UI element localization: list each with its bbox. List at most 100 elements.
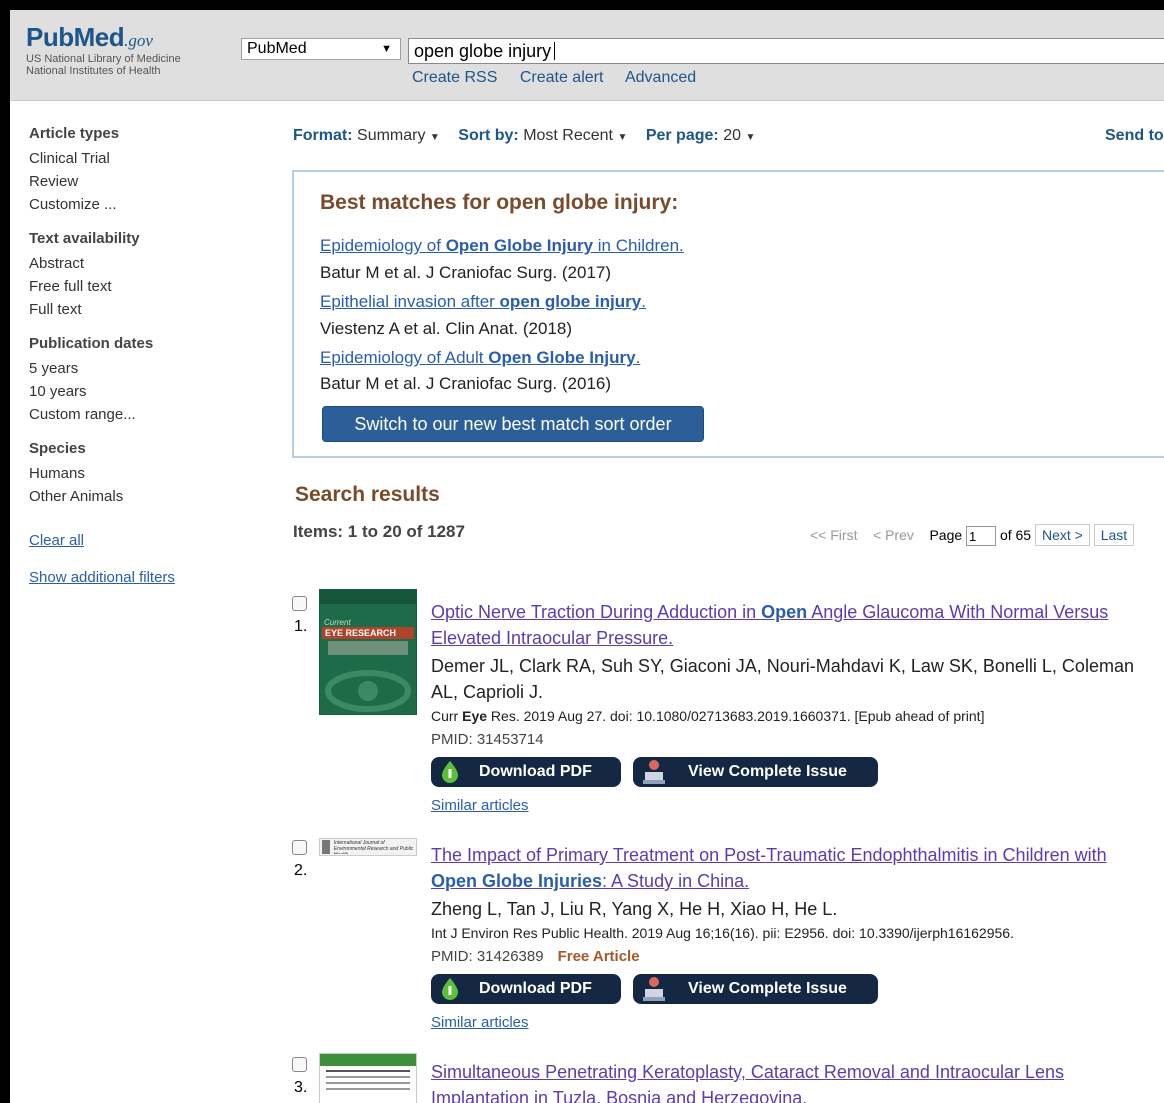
filter-item[interactable]: Free full text <box>29 275 259 298</box>
view-complete-issue-button[interactable]: View Complete Issue <box>633 757 878 787</box>
result-checkbox[interactable] <box>292 1057 307 1072</box>
result-title-link-line2[interactable]: Open Globe Injuries: A Study in China. <box>431 868 749 894</box>
download-pdf-label: Download PDF <box>479 763 592 780</box>
caret-down-icon: ▼ <box>617 132 628 143</box>
filter-group-species: Species Humans Other Animals <box>29 440 259 508</box>
format-label: Format: <box>293 127 353 144</box>
format-dropdown[interactable]: Format: Summary ▼ <box>293 127 454 144</box>
filter-item[interactable]: Customize ... <box>29 193 259 216</box>
per-page-dropdown[interactable]: Per page: 20 ▼ <box>646 127 770 144</box>
result-pmid-row: PMID: 31426389 Free Article <box>431 948 640 965</box>
best-match-link-2[interactable]: Epithelial invasion after open globe inj… <box>320 292 646 311</box>
filter-item[interactable]: Custom range... <box>29 403 259 426</box>
best-matches-box: Best matches for open globe injury: Epid… <box>292 170 1164 458</box>
best-matches-heading: Best matches for open globe injury: <box>320 191 679 214</box>
title-highlight: Open Globe Injuries <box>431 871 603 891</box>
clear-all-link[interactable]: Clear all <box>29 532 259 549</box>
format-value: Summary <box>357 127 426 144</box>
similar-articles-link[interactable]: Similar articles <box>431 797 529 814</box>
drop-icon <box>442 978 458 1000</box>
title-text: Epithelial invasion after <box>320 292 500 311</box>
journal-cover-thumbnail[interactable]: Current EYE RESEARCH <box>319 589 417 715</box>
download-pdf-label: Download PDF <box>479 980 592 997</box>
result-authors: Zheng L, Tan J, Liu R, Yang X, He H, Xia… <box>431 899 838 919</box>
filter-item[interactable]: 10 years <box>29 380 259 403</box>
download-pdf-button[interactable]: Download PDF <box>431 757 621 787</box>
view-complete-issue-label: View Complete Issue <box>688 763 847 780</box>
result-authors-line2: AL, Caprioli J. <box>431 682 544 702</box>
best-match-title-1: Epidemiology of Open Globe Injury in Chi… <box>320 236 684 256</box>
advanced-search-link[interactable]: Advanced <box>625 69 696 86</box>
journal-cover-thumbnail[interactable]: International Journal of Environmental R… <box>319 838 417 856</box>
title-highlight: open globe injury <box>499 292 642 311</box>
title-highlight: Open Globe Injury <box>445 236 594 255</box>
filter-group-title: Publication dates <box>29 335 154 352</box>
per-page-label: Per page: <box>645 127 719 144</box>
view-complete-issue-label: View Complete Issue <box>688 980 847 997</box>
view-complete-issue-button[interactable]: View Complete Issue <box>633 974 878 1004</box>
filter-item[interactable]: Clinical Trial <box>29 147 259 170</box>
items-count: Items: 1 to 20 of 1287 <box>293 522 465 541</box>
search-input[interactable]: open globe injury <box>408 38 1164 64</box>
filter-item[interactable]: Abstract <box>29 252 259 275</box>
search-query: open globe injury <box>414 41 552 61</box>
next-page-button[interactable]: Next > <box>1034 524 1090 546</box>
result-number: 1. <box>294 618 308 635</box>
journal-cover-thumbnail[interactable] <box>319 1053 417 1103</box>
filter-item[interactable]: Full text <box>29 298 259 321</box>
search-results-heading: Search results <box>295 483 440 506</box>
page-number-input[interactable] <box>966 526 997 547</box>
filter-item[interactable]: Other Animals <box>29 485 259 508</box>
similar-articles-link[interactable]: Similar articles <box>431 1014 529 1031</box>
result-title-link[interactable]: The Impact of Primary Treatment on Post-… <box>431 842 1107 868</box>
title-highlight: Open <box>761 602 808 622</box>
filter-item[interactable]: Humans <box>29 462 259 485</box>
pubmed-logo[interactable]: PubMed.gov US National Library of Medici… <box>26 22 181 77</box>
create-alert-link[interactable]: Create alert <box>520 69 604 86</box>
sort-dropdown[interactable]: Sort by: Most Recent ▼ <box>458 127 641 144</box>
last-page-button[interactable]: Last <box>1093 524 1135 546</box>
result-number: 3. <box>294 1079 308 1096</box>
result-title-link[interactable]: Optic Nerve Traction During Adduction in… <box>431 599 1108 625</box>
sort-label: Sort by: <box>458 127 519 144</box>
create-rss-link[interactable]: Create RSS <box>412 69 497 86</box>
page-total: of 65 <box>999 527 1032 543</box>
dropdown-arrow-icon: ▼ <box>381 43 392 55</box>
result-title-link[interactable]: Simultaneous Penetrating Keratoplasty, C… <box>431 1059 1064 1085</box>
filter-item[interactable]: Review <box>29 170 259 193</box>
logo-brand: PubMed <box>26 22 125 52</box>
first-page-link[interactable]: << First <box>810 527 857 543</box>
download-pdf-button[interactable]: Download PDF <box>431 974 621 1004</box>
best-match-link-3[interactable]: Epidemiology of Adult Open Globe Injury. <box>320 348 640 367</box>
result-authors: Demer JL, Clark RA, Suh SY, Giaconi JA, … <box>431 656 1134 676</box>
switch-best-match-button[interactable]: Switch to our new best match sort order <box>322 406 704 442</box>
free-article-badge: Free Article <box>557 948 640 965</box>
result-checkbox[interactable] <box>292 596 307 611</box>
database-select[interactable]: PubMed ▼ <box>241 38 401 60</box>
send-to-dropdown[interactable]: Send to <box>1105 127 1164 145</box>
result-checkbox[interactable] <box>292 840 307 855</box>
logo-subtitle-2: National Institutes of Health <box>26 65 161 77</box>
result-pmid: PMID: 31453714 <box>431 731 544 748</box>
best-match-citation-2: Viestenz A et al. Clin Anat. (2018) <box>320 319 573 338</box>
database-select-value: PubMed <box>247 40 307 57</box>
cover-title: International Journal of Environmental R… <box>333 840 414 854</box>
filter-group-title: Text availability <box>29 230 140 247</box>
filter-sidebar: Article types Clinical Trial Review Cust… <box>29 125 259 586</box>
filter-item[interactable]: 5 years <box>29 357 259 380</box>
caret-down-icon: ▼ <box>429 132 440 143</box>
result-title-link-line2[interactable]: Elevated Intraocular Pressure. <box>431 625 673 651</box>
header-bar: PubMed.gov US National Library of Medici… <box>10 10 1164 101</box>
logo-subtitle-1: US National Library of Medicine <box>26 53 181 65</box>
title-text: Angle Glaucoma With Normal Versus <box>807 602 1109 622</box>
result-citation: Curr Eye Res. 2019 Aug 27. doi: 10.1080/… <box>431 708 984 724</box>
prev-page-link[interactable]: < Prev <box>873 527 914 543</box>
filter-group-article-types: Article types Clinical Trial Review Cust… <box>29 125 259 216</box>
title-text: Epidemiology of <box>320 236 446 255</box>
citation-text: Res. 2019 Aug 27. doi: 10.1080/02713683.… <box>487 708 985 724</box>
title-text: : A Study in China. <box>602 871 750 891</box>
result-title-link-line2[interactable]: Implantation in Tuzla, Bosnia and Herzeg… <box>431 1085 807 1103</box>
filter-group-text-availability: Text availability Abstract Free full tex… <box>29 230 259 321</box>
show-additional-filters-link[interactable]: Show additional filters <box>29 569 259 586</box>
best-match-link-1[interactable]: Epidemiology of Open Globe Injury in Chi… <box>320 236 684 255</box>
